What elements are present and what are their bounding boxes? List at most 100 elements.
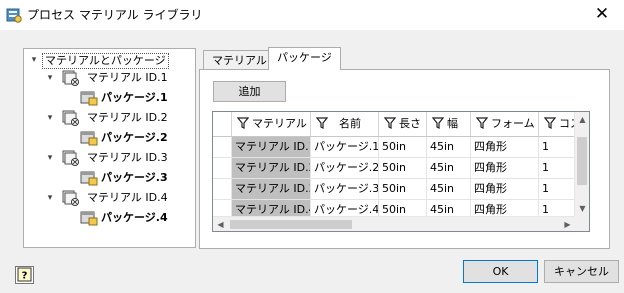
- tree-item-material-1[interactable]: ▾ マテリアル ID.1: [44, 69, 194, 87]
- chevron-down-icon[interactable]: ▾: [28, 51, 40, 69]
- horizontal-scroll-thumb[interactable]: [230, 220, 352, 229]
- table-row[interactable]: マテリアル ID.4 パッケージ.4 50in 45in 四角形 1: [213, 200, 575, 216]
- package-grid[interactable]: マテリアル 名前 長さ 幅 フォーム コス マテリアル ID.1 パッケージ.1…: [212, 111, 590, 232]
- chevron-down-icon[interactable]: ▾: [44, 149, 56, 167]
- table-cell[interactable]: 四角形: [471, 179, 539, 199]
- tree-root-label: マテリアルとパッケージ: [42, 53, 169, 69]
- grid-header: マテリアル 名前 長さ 幅 フォーム コス: [213, 112, 575, 137]
- ok-button[interactable]: OK: [463, 260, 538, 283]
- tree-item-material-2[interactable]: ▾ マテリアル ID.2: [44, 109, 194, 127]
- filter-icon[interactable]: [237, 117, 249, 129]
- table-cell[interactable]: マテリアル ID.4: [232, 200, 311, 216]
- column-header-name[interactable]: 名前: [311, 112, 379, 136]
- column-header-label: マテリアル: [252, 117, 307, 130]
- tree-item-package-1[interactable]: パッケージ.1: [80, 89, 190, 107]
- tree-item-package-3[interactable]: パッケージ.3: [80, 169, 190, 187]
- column-header-label: フォーム: [491, 117, 535, 130]
- scroll-up-arrow-icon[interactable]: ▲: [575, 112, 589, 127]
- table-cell[interactable]: パッケージ.1: [311, 137, 379, 157]
- row-indicator[interactable]: [213, 158, 232, 178]
- vertical-scrollbar[interactable]: ▲ ▼: [574, 112, 589, 216]
- close-icon: ✕: [594, 4, 610, 24]
- scroll-down-arrow-icon[interactable]: ▼: [575, 201, 589, 216]
- chevron-down-icon[interactable]: ▾: [44, 69, 56, 87]
- column-header-material[interactable]: マテリアル: [232, 112, 311, 136]
- filter-icon[interactable]: [316, 117, 328, 129]
- horizontal-scrollbar[interactable]: ◀ ▶: [213, 216, 575, 231]
- tree-material-label: マテリアル ID.1: [87, 71, 168, 84]
- scrollbar-corner: [574, 216, 589, 231]
- table-row[interactable]: マテリアル ID.2 パッケージ.2 50in 45in 四角形 1: [213, 158, 575, 179]
- material-library-icon: [6, 8, 22, 23]
- cancel-button[interactable]: キャンセル: [544, 260, 619, 283]
- help-icon: ?: [17, 267, 32, 282]
- table-cell[interactable]: 1: [539, 179, 575, 199]
- table-row[interactable]: マテリアル ID.3 パッケージ.3 50in 45in 四角形 1: [213, 179, 575, 200]
- table-cell[interactable]: 1: [539, 137, 575, 157]
- column-header-length[interactable]: 長さ: [379, 112, 427, 136]
- column-header-label: 名前: [339, 117, 361, 130]
- vertical-scroll-thumb[interactable]: [577, 137, 587, 185]
- column-header-cost[interactable]: コス: [539, 112, 575, 136]
- chevron-down-icon[interactable]: ▾: [44, 109, 56, 127]
- table-cell[interactable]: 45in: [427, 158, 471, 178]
- table-cell[interactable]: 45in: [427, 137, 471, 157]
- title-bar: プロセス マテリアル ライブラリ ✕: [0, 0, 624, 30]
- filter-icon[interactable]: [432, 117, 444, 129]
- column-header-form[interactable]: フォーム: [471, 112, 539, 136]
- package-icon: [80, 211, 98, 226]
- tree-item-material-3[interactable]: ▾ マテリアル ID.3: [44, 149, 194, 167]
- table-cell[interactable]: 四角形: [471, 200, 539, 216]
- tree-package-label: パッケージ.2: [101, 131, 168, 144]
- table-cell[interactable]: パッケージ.3: [311, 179, 379, 199]
- table-row[interactable]: マテリアル ID.1 パッケージ.1 50in 45in 四角形 1: [213, 137, 575, 158]
- package-icon: [80, 131, 98, 146]
- material-icon: [62, 70, 79, 86]
- table-cell[interactable]: マテリアル ID.1: [232, 137, 311, 157]
- table-cell[interactable]: 45in: [427, 200, 471, 216]
- table-cell[interactable]: 四角形: [471, 158, 539, 178]
- column-header-width[interactable]: 幅: [427, 112, 471, 136]
- table-cell[interactable]: 50in: [379, 200, 427, 216]
- table-cell[interactable]: パッケージ.4: [311, 200, 379, 216]
- table-cell[interactable]: マテリアル ID.3: [232, 179, 311, 199]
- close-button[interactable]: ✕: [584, 2, 620, 28]
- help-label: ?: [22, 271, 28, 282]
- filter-icon[interactable]: [384, 117, 396, 129]
- chevron-down-icon[interactable]: ▾: [44, 189, 56, 207]
- material-tree[interactable]: ▾ マテリアルとパッケージ ▾ マテリアル ID.1 パッケージ.1 ▾ マテリ…: [23, 48, 196, 248]
- table-cell[interactable]: 1: [539, 200, 575, 216]
- package-icon: [80, 171, 98, 186]
- row-indicator[interactable]: [213, 200, 232, 216]
- filter-icon[interactable]: [544, 117, 556, 129]
- table-cell[interactable]: 50in: [379, 158, 427, 178]
- column-header-label: 長さ: [399, 117, 421, 130]
- tab-material[interactable]: マテリアル: [203, 50, 276, 70]
- material-icon: [62, 110, 79, 126]
- tree-item-package-2[interactable]: パッケージ.2: [80, 129, 190, 147]
- scroll-left-arrow-icon[interactable]: ◀: [213, 217, 228, 231]
- table-cell[interactable]: 1: [539, 158, 575, 178]
- window-title: プロセス マテリアル ライブラリ: [27, 8, 203, 22]
- row-indicator[interactable]: [213, 137, 232, 157]
- add-button[interactable]: 追加: [213, 81, 286, 102]
- tree-root[interactable]: ▾ マテリアルとパッケージ: [28, 51, 188, 69]
- tree-material-label: マテリアル ID.2: [87, 111, 168, 124]
- table-cell[interactable]: パッケージ.2: [311, 158, 379, 178]
- tree-item-material-4[interactable]: ▾ マテリアル ID.4: [44, 189, 194, 207]
- row-indicator[interactable]: [213, 179, 232, 199]
- tree-item-package-4[interactable]: パッケージ.4: [80, 209, 190, 227]
- table-cell[interactable]: 50in: [379, 179, 427, 199]
- table-cell[interactable]: 45in: [427, 179, 471, 199]
- grid-corner-cell: [213, 112, 232, 136]
- scroll-right-arrow-icon[interactable]: ▶: [560, 217, 575, 231]
- tree-material-label: マテリアル ID.3: [87, 151, 168, 164]
- help-button[interactable]: ?: [15, 266, 34, 284]
- table-cell[interactable]: 四角形: [471, 137, 539, 157]
- table-cell[interactable]: マテリアル ID.2: [232, 158, 311, 178]
- tab-package[interactable]: パッケージ: [268, 47, 341, 70]
- material-icon: [62, 150, 79, 166]
- tree-package-label: パッケージ.1: [101, 91, 168, 104]
- table-cell[interactable]: 50in: [379, 137, 427, 157]
- filter-icon[interactable]: [476, 117, 488, 129]
